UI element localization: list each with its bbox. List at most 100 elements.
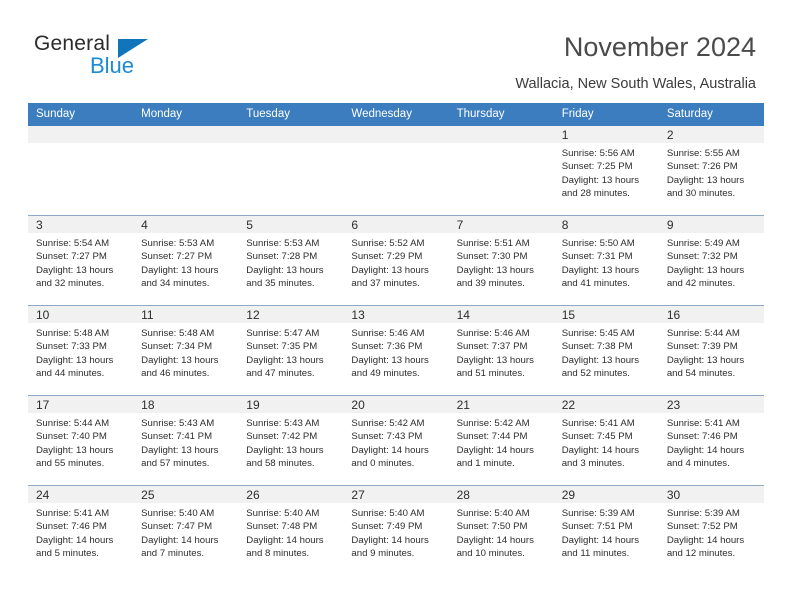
calendar-day-cell[interactable]: 25 Sunrise: 5:40 AM Sunset: 7:47 PM Dayligh…: [133, 486, 239, 575]
calendar-day-number: 19: [246, 398, 260, 412]
calendar-grid: Sunday Monday Tuesday Wednesday Thursday Frid…: [28, 103, 764, 575]
calendar-day-number-band: 23: [658, 396, 764, 413]
calendar-day-number: 22: [561, 398, 576, 412]
sunrise-text: Sunrise: 5:46 AM: [456, 328, 530, 339]
calendar-day-number-band: [448, 126, 554, 143]
calendar-day-cell[interactable]: 11 Sunrise: 5:48 AM Sunset: 7:34 PM Dayligh…: [133, 306, 239, 395]
calendar-day-details: Sunrise: 5:55 AM Sunset: 7:26 PM Daylight:…: [659, 143, 764, 201]
calendar-day-cell[interactable]: 10 Sunrise: 5:48 AM Sunset: 7:33 PM Dayligh…: [28, 306, 134, 395]
sunset-text: Sunset: 7:52 PM: [666, 521, 738, 533]
calendar-day-cell[interactable]: 24 Sunrise: 5:41 AM Sunset: 7:46 PM Dayligh…: [28, 486, 134, 575]
sunrise-text: Sunrise: 5:53 AM: [141, 238, 215, 249]
sunset-text: Sunset: 7:39 PM: [666, 341, 738, 353]
daylight-text: Daylight: 13 hours and 39 minutes.: [456, 264, 534, 290]
calendar-day-cell[interactable]: 28 Sunrise: 5:40 AM Sunset: 7:50 PM Dayligh…: [448, 486, 554, 575]
calendar-day-number-band: 11: [133, 306, 239, 323]
calendar-day-number-band: 13: [343, 306, 449, 323]
calendar-day-number-band: 15: [553, 306, 659, 323]
calendar-day-cell[interactable]: 21 Sunrise: 5:42 AM Sunset: 7:44 PM Dayligh…: [448, 396, 554, 485]
calendar-week-row: 24 Sunrise: 5:41 AM Sunset: 7:46 PM Dayligh…: [28, 485, 764, 575]
calendar-day-number-band: 28: [448, 486, 554, 503]
calendar-day-number-band: 7: [448, 216, 554, 233]
daylight-text: Daylight: 14 hours and 9 minutes.: [351, 534, 429, 560]
calendar-day-number: 29: [561, 488, 576, 502]
calendar-day-number: 16: [666, 308, 681, 322]
daylight-text: Daylight: 13 hours and 28 minutes.: [561, 174, 640, 200]
calendar-day-cell[interactable]: 17 Sunrise: 5:44 AM Sunset: 7:40 PM Dayligh…: [28, 396, 134, 485]
daylight-text: Daylight: 13 hours and 41 minutes.: [561, 264, 640, 290]
sunset-text: Sunset: 7:32 PM: [666, 251, 738, 263]
calendar-day-cell[interactable]: 2 Sunrise: 5:55 AM Sunset: 7:26 PM Daylight…: [658, 126, 764, 215]
calendar-day-cell[interactable]: 18 Sunrise: 5:43 AM Sunset: 7:41 PM Dayligh…: [133, 396, 239, 485]
calendar-day-cell[interactable]: 23 Sunrise: 5:41 AM Sunset: 7:46 PM Dayligh…: [658, 396, 764, 485]
sunset-text: Sunset: 7:40 PM: [36, 431, 107, 443]
sunset-text: Sunset: 7:30 PM: [456, 251, 528, 263]
calendar-day-cell[interactable]: 27 Sunrise: 5:40 AM Sunset: 7:49 PM Dayligh…: [343, 486, 449, 575]
sunset-text: Sunset: 7:47 PM: [141, 521, 213, 533]
calendar-day-details: Sunrise: 5:44 AM Sunset: 7:39 PM Daylight:…: [659, 323, 764, 381]
sunset-text: Sunset: 7:51 PM: [561, 521, 633, 533]
calendar-day-cell[interactable]: 13 Sunrise: 5:46 AM Sunset: 7:36 PM Dayligh…: [343, 306, 449, 395]
daylight-text: Daylight: 13 hours and 58 minutes.: [246, 444, 324, 470]
daylight-text: Daylight: 14 hours and 4 minutes.: [666, 444, 745, 470]
sunset-text: Sunset: 7:37 PM: [456, 341, 528, 353]
daylight-text: Daylight: 13 hours and 34 minutes.: [141, 264, 219, 290]
calendar-day-cell[interactable]: 9 Sunrise: 5:49 AM Sunset: 7:32 PM Daylight…: [658, 216, 764, 305]
calendar-day-number-band: [133, 126, 239, 143]
calendar-day-number: 25: [141, 488, 155, 502]
calendar-day-cell[interactable]: 4 Sunrise: 5:53 AM Sunset: 7:27 PM Daylight…: [133, 216, 239, 305]
calendar-day-cell[interactable]: 14 Sunrise: 5:46 AM Sunset: 7:37 PM Dayligh…: [448, 306, 554, 395]
calendar-day-cell[interactable]: 16 Sunrise: 5:44 AM Sunset: 7:39 PM Dayligh…: [658, 306, 764, 395]
calendar-day-cell[interactable]: 22 Sunrise: 5:41 AM Sunset: 7:45 PM Dayligh…: [553, 396, 659, 485]
calendar-day-number-band: [238, 126, 344, 143]
sunrise-text: Sunrise: 5:50 AM: [561, 238, 635, 249]
calendar-day-cell[interactable]: 5 Sunrise: 5:53 AM Sunset: 7:28 PM Daylight…: [238, 216, 344, 305]
calendar-day-cell[interactable]: 30 Sunrise: 5:39 AM Sunset: 7:52 PM Dayligh…: [658, 486, 764, 575]
calendar-day-number: 12: [246, 308, 260, 322]
weekday-header-saturday: Saturday: [666, 108, 713, 120]
daylight-text: Daylight: 13 hours and 30 minutes.: [666, 174, 745, 200]
calendar-day-details: Sunrise: 5:40 AM Sunset: 7:50 PM Daylight:…: [449, 503, 554, 561]
sunset-text: Sunset: 7:49 PM: [351, 521, 423, 533]
calendar-day-details: Sunrise: 5:42 AM Sunset: 7:43 PM Daylight:…: [343, 413, 448, 471]
sunset-text: Sunset: 7:34 PM: [141, 341, 213, 353]
calendar-day-number-band: 30: [658, 486, 764, 503]
daylight-text: Daylight: 14 hours and 1 minute.: [456, 444, 534, 470]
calendar-day-cell[interactable]: 19 Sunrise: 5:43 AM Sunset: 7:42 PM Dayligh…: [238, 396, 344, 485]
calendar-day-cell[interactable]: 15 Sunrise: 5:45 AM Sunset: 7:38 PM Dayligh…: [553, 306, 659, 395]
calendar-day-cell[interactable]: 8 Sunrise: 5:50 AM Sunset: 7:31 PM Daylight…: [553, 216, 659, 305]
calendar-day-details: Sunrise: 5:50 AM Sunset: 7:31 PM Daylight:…: [554, 233, 659, 291]
sunrise-text: Sunrise: 5:48 AM: [141, 328, 215, 339]
daylight-text: Daylight: 13 hours and 47 minutes.: [246, 354, 324, 380]
daylight-text: Daylight: 13 hours and 55 minutes.: [36, 444, 114, 470]
calendar-day-cell[interactable]: 12 Sunrise: 5:47 AM Sunset: 7:35 PM Dayligh…: [238, 306, 344, 395]
calendar-day-cell[interactable]: 26 Sunrise: 5:40 AM Sunset: 7:48 PM Dayligh…: [238, 486, 344, 575]
calendar-day-cell[interactable]: 7 Sunrise: 5:51 AM Sunset: 7:30 PM Daylight…: [448, 216, 554, 305]
calendar-day-cell[interactable]: 3 Sunrise: 5:54 AM Sunset: 7:27 PM Daylight…: [28, 216, 134, 305]
calendar-day-cell-empty: [133, 126, 239, 215]
calendar-day-details: Sunrise: 5:42 AM Sunset: 7:44 PM Daylight:…: [449, 413, 554, 471]
page-title: November 2024: [563, 32, 756, 62]
calendar-day-number: 1: [561, 128, 569, 142]
calendar-day-details: Sunrise: 5:49 AM Sunset: 7:32 PM Daylight:…: [659, 233, 764, 291]
sunrise-text: Sunrise: 5:41 AM: [666, 418, 740, 429]
sunrise-text: Sunrise: 5:40 AM: [141, 508, 215, 519]
daylight-text: Daylight: 13 hours and 51 minutes.: [456, 354, 534, 380]
daylight-text: Daylight: 14 hours and 5 minutes.: [36, 534, 114, 560]
calendar-day-number: 18: [141, 398, 155, 412]
calendar-day-details: Sunrise: 5:48 AM Sunset: 7:34 PM Daylight:…: [133, 323, 238, 381]
calendar-day-cell[interactable]: 1 Sunrise: 5:56 AM Sunset: 7:25 PM Daylight…: [553, 126, 659, 215]
calendar-day-number-band: 9: [658, 216, 764, 233]
calendar-day-number: 6: [351, 218, 359, 232]
sunset-text: Sunset: 7:46 PM: [666, 431, 738, 443]
calendar-day-details: Sunrise: 5:53 AM Sunset: 7:27 PM Daylight:…: [133, 233, 238, 291]
sunrise-text: Sunrise: 5:39 AM: [561, 508, 635, 519]
calendar-day-number: 20: [351, 398, 365, 412]
sunrise-text: Sunrise: 5:48 AM: [36, 328, 110, 339]
calendar-day-details: Sunrise: 5:48 AM Sunset: 7:33 PM Daylight:…: [28, 323, 133, 381]
sunset-text: Sunset: 7:27 PM: [36, 251, 107, 263]
calendar-day-cell[interactable]: 20 Sunrise: 5:42 AM Sunset: 7:43 PM Dayligh…: [343, 396, 449, 485]
calendar-week-row: 10 Sunrise: 5:48 AM Sunset: 7:33 PM Dayligh…: [28, 305, 764, 395]
calendar-day-cell[interactable]: 29 Sunrise: 5:39 AM Sunset: 7:51 PM Dayligh…: [553, 486, 659, 575]
calendar-day-cell[interactable]: 6 Sunrise: 5:52 AM Sunset: 7:29 PM Daylight…: [343, 216, 449, 305]
